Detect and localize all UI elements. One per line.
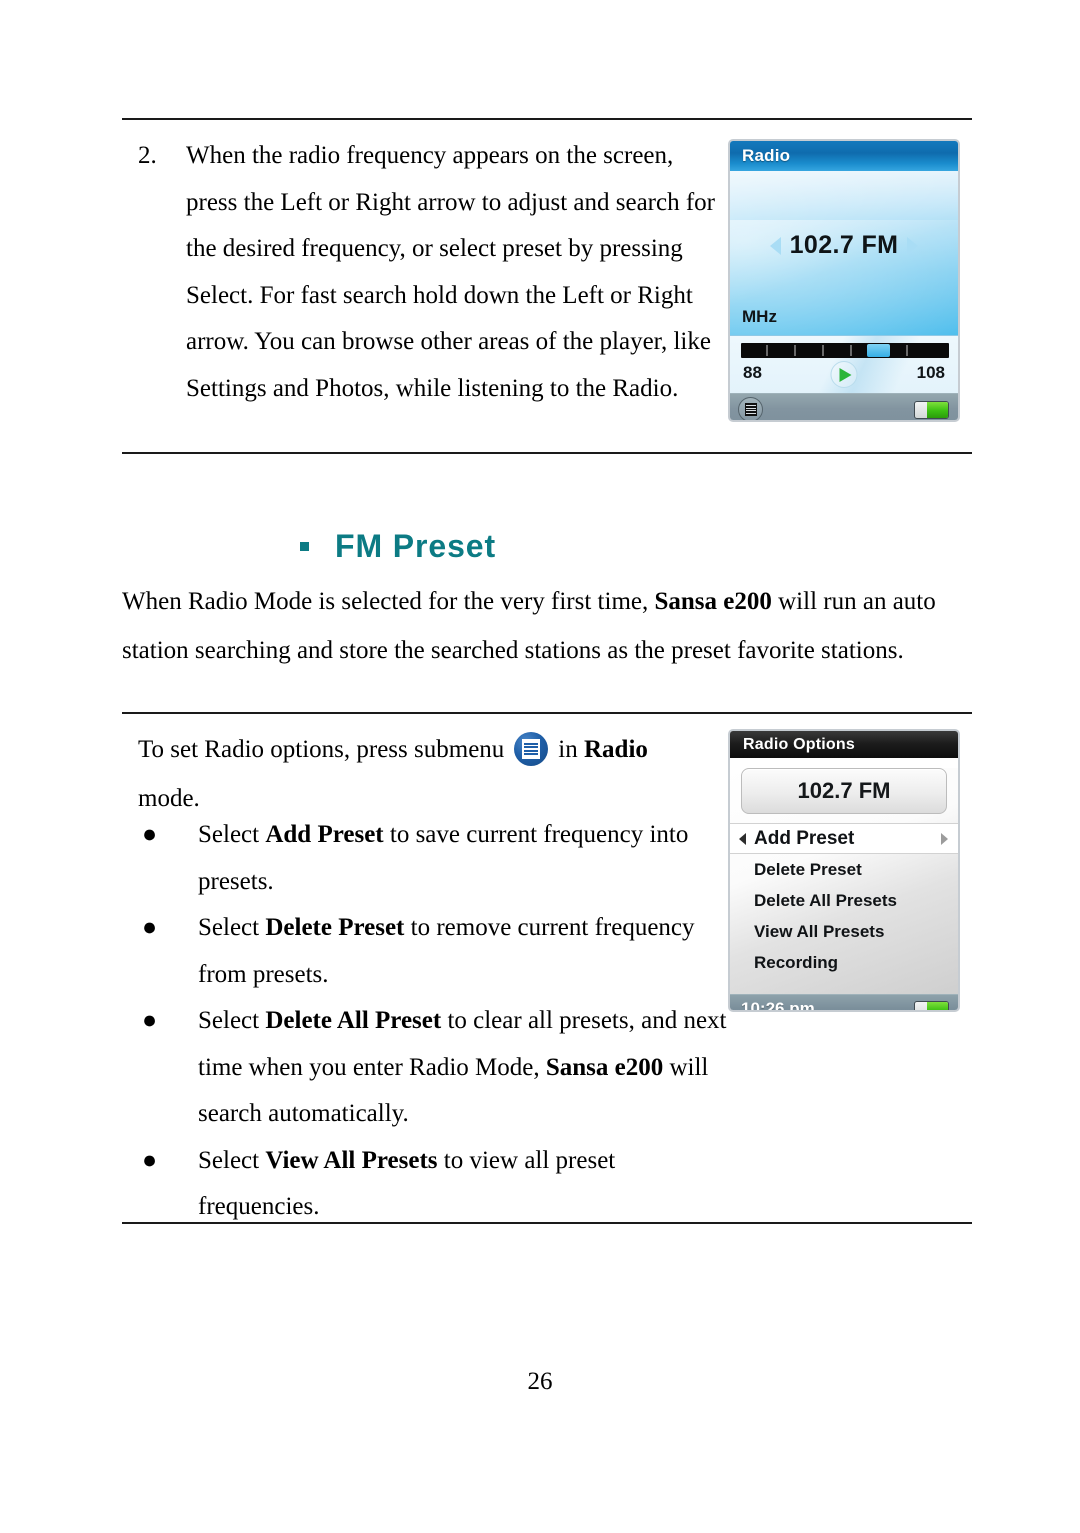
bullet-pre: Select bbox=[198, 1146, 266, 1174]
rule-after-step bbox=[122, 452, 972, 454]
instruction-part-2: in bbox=[558, 736, 584, 763]
radio-frequency-label: 102.7 FM bbox=[789, 231, 899, 259]
radio-display-area: 102.7 FM MHz bbox=[730, 171, 958, 335]
list-item: ● Select Add Preset to save current freq… bbox=[130, 812, 730, 905]
bullet-pre: Select bbox=[198, 821, 266, 848]
options-title-label: Radio Options bbox=[743, 735, 855, 753]
bullet-bold-2: Sansa e200 bbox=[545, 1053, 664, 1081]
options-instruction: To set Radio options, press submenu in Ra… bbox=[138, 726, 708, 823]
instruction-part-1: To set Radio options, press submenu bbox=[138, 736, 505, 763]
list-item-text: Select Delete Preset to remove current f… bbox=[198, 905, 730, 998]
menu-item-label: Delete All Presets bbox=[754, 890, 897, 910]
bullet-list: ● Select Add Preset to save current freq… bbox=[130, 812, 730, 1231]
play-icon[interactable] bbox=[830, 361, 858, 388]
list-item: ● Select View All Presets to view all pr… bbox=[130, 1138, 730, 1231]
list-item-text: Select View All Presets to view all pres… bbox=[198, 1138, 730, 1231]
right-triangle-icon[interactable] bbox=[907, 236, 919, 255]
options-frequency-label: 102.7 FM bbox=[797, 778, 891, 803]
battery-icon bbox=[914, 1001, 949, 1010]
menu-item-recording[interactable]: Recording bbox=[730, 947, 958, 978]
frequency-unit-label: MHz bbox=[742, 307, 777, 326]
options-frequency-box: 102.7 FM bbox=[741, 768, 947, 814]
rule-before-options bbox=[122, 712, 972, 714]
step-block: 2. When the radio frequency appears on t… bbox=[130, 133, 720, 412]
tuner-scale[interactable] bbox=[741, 343, 949, 358]
instruction-bold: Radio bbox=[584, 736, 648, 763]
bullet-bold: Delete Preset bbox=[265, 914, 405, 941]
radio-screen-image: Radio 102.7 FM MHz 88 108 bbox=[728, 139, 960, 422]
radio-title-label: Radio bbox=[742, 146, 791, 165]
submenu-icon bbox=[514, 732, 549, 766]
scale-min-label: 88 bbox=[743, 363, 762, 382]
section-intro-paragraph: When Radio Mode is selected for the very… bbox=[122, 578, 977, 675]
bullet-icon: ● bbox=[142, 1146, 158, 1174]
radio-title-bar: Radio bbox=[730, 141, 958, 171]
bullet-icon: ● bbox=[142, 821, 158, 848]
menu-item-add-preset[interactable]: Add Preset bbox=[730, 823, 958, 854]
tuner-knob[interactable] bbox=[867, 344, 890, 357]
step-text: When the radio frequency appears on the … bbox=[186, 142, 716, 402]
left-caret-icon bbox=[739, 832, 746, 845]
menu-item-label: Delete Preset bbox=[754, 859, 862, 879]
tuner-area: 88 108 bbox=[730, 335, 958, 393]
options-menu-list: Add Preset Delete Preset Delete All Pres… bbox=[730, 823, 958, 978]
scale-max-label: 108 bbox=[916, 363, 945, 382]
menu-icon[interactable] bbox=[738, 397, 763, 420]
square-bullet-icon bbox=[300, 542, 309, 552]
options-status-bar: 10:26 pm bbox=[730, 994, 958, 1012]
intro-part-1: When Radio Mode is selected for the very… bbox=[122, 588, 655, 615]
bullet-icon: ● bbox=[142, 914, 158, 941]
section-heading-label: FM Preset bbox=[335, 528, 497, 564]
list-item: ● Select Delete Preset to remove current… bbox=[130, 905, 730, 998]
menu-item-label: View All Presets bbox=[754, 921, 885, 941]
frequency-row: 102.7 FM bbox=[730, 231, 958, 260]
menu-item-delete-all-presets[interactable]: Delete All Presets bbox=[730, 885, 958, 916]
document-page: 2. When the radio frequency appears on t… bbox=[0, 0, 1080, 1533]
bullet-pre: Select bbox=[198, 914, 266, 941]
right-caret-icon bbox=[941, 832, 948, 845]
rule-top bbox=[122, 118, 972, 120]
page-title: FM Preset bbox=[300, 528, 496, 565]
left-triangle-icon[interactable] bbox=[769, 236, 781, 255]
menu-item-view-all-presets[interactable]: View All Presets bbox=[730, 916, 958, 947]
menu-item-label: Recording bbox=[754, 952, 839, 972]
list-item-text: Select Delete All Preset to clear all pr… bbox=[198, 998, 730, 1138]
step-number: 2. bbox=[138, 142, 157, 169]
radio-options-screen-image: Radio Options 102.7 FM Add Preset Delete… bbox=[728, 729, 960, 1012]
options-body: 102.7 FM Add Preset Delete Preset Delete… bbox=[730, 768, 958, 994]
menu-item-delete-preset[interactable]: Delete Preset bbox=[730, 854, 958, 885]
list-item: ● Select Delete All Preset to clear all … bbox=[130, 998, 730, 1138]
list-item-text: Select Add Preset to save current freque… bbox=[198, 812, 730, 905]
clock-label: 10:26 pm bbox=[741, 998, 815, 1012]
page-number: 26 bbox=[527, 1368, 553, 1395]
instruction-part-3: mode. bbox=[138, 784, 200, 812]
bullet-bold: Add Preset bbox=[265, 821, 384, 848]
menu-item-label: Add Preset bbox=[754, 827, 855, 849]
intro-bold-1: Sansa e200 bbox=[654, 588, 772, 615]
options-title-bar: Radio Options bbox=[730, 731, 958, 758]
bullet-bold: Delete All Preset bbox=[265, 1007, 442, 1034]
bullet-bold: View All Presets bbox=[265, 1146, 438, 1174]
bullet-pre: Select bbox=[198, 1007, 266, 1034]
battery-icon bbox=[914, 401, 949, 419]
radio-status-bar bbox=[730, 393, 958, 420]
bullet-icon: ● bbox=[142, 1007, 158, 1034]
